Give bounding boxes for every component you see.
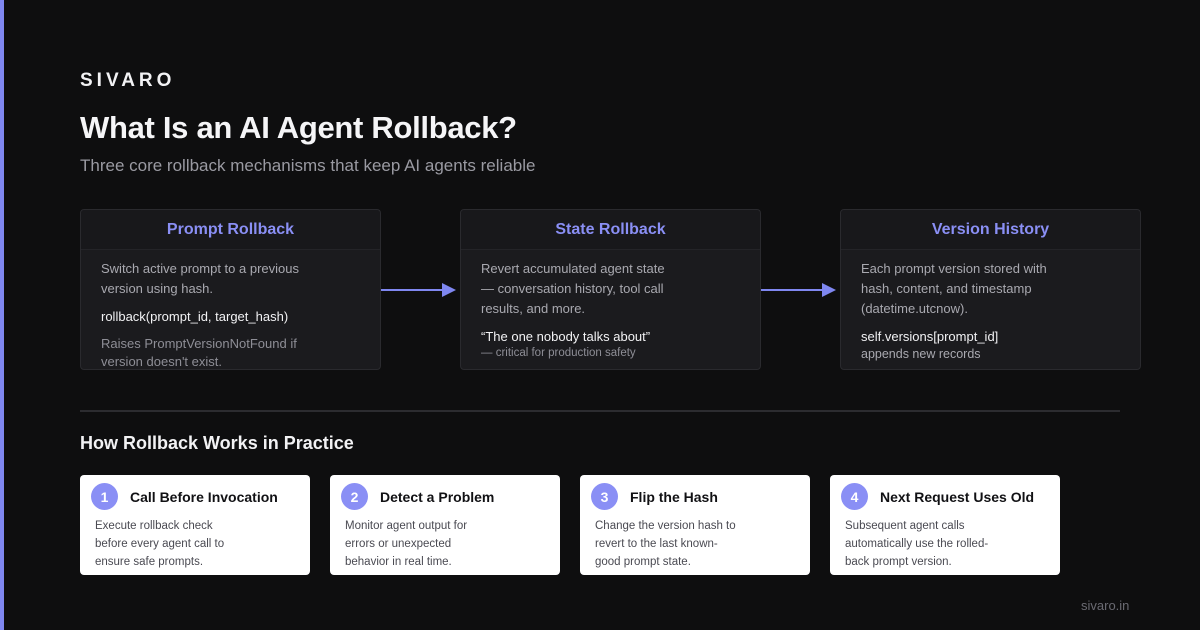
step-number-badge: 2 [341,483,368,510]
step-number-badge: 3 [591,483,618,510]
step-title: Call Before Invocation [130,488,278,505]
card-version-history: Version History Each prompt version stor… [840,209,1141,370]
accent-bar [0,0,4,630]
card-description: Switch active prompt to a previous versi… [101,261,299,296]
card-note: appends new records [861,347,981,361]
step-card-1: 1 Call Before Invocation Execute rollbac… [80,475,310,575]
card-header: Version History [841,210,1140,250]
card-note: — critical for production safety [481,347,636,359]
step-title: Detect a Problem [380,488,495,505]
section-title: How Rollback Works in Practice [80,433,354,453]
card-body: Revert accumulated agent state — convers… [461,250,760,361]
page-subtitle: Three core rollback mechanisms that keep… [80,156,536,175]
step-number-badge: 4 [841,483,868,510]
card-note: Raises PromptVersionNotFound if version … [101,336,297,369]
brand-logo: SIVARO [80,70,176,91]
step-description: Subsequent agent calls automatically use… [845,520,989,568]
card-quote: “The one nobody talks about” [481,329,651,344]
card-description: Revert accumulated agent state — convers… [481,261,665,316]
card-state-rollback: State Rollback Revert accumulated agent … [460,209,761,370]
card-code: self.versions[prompt_id] [861,329,999,344]
step-card-2: 2 Detect a Problem Monitor agent output … [330,475,560,575]
arrow-icon [381,283,456,297]
card-title: Version History [931,220,1050,238]
step-description: Monitor agent output for errors or unexp… [345,520,468,568]
arrow-icon [761,283,836,297]
card-title: Prompt Rollback [166,220,295,238]
card-body: Each prompt version stored with hash, co… [841,250,1140,362]
step-card-4: 4 Next Request Uses Old Subsequent agent… [830,475,1060,575]
section-divider [80,410,1120,412]
step-number-badge: 1 [91,483,118,510]
card-code: rollback(prompt_id, target_hash) [101,309,289,324]
step-title: Flip the Hash [630,488,718,505]
card-prompt-rollback: Prompt Rollback Switch active prompt to … [80,209,381,370]
card-header: State Rollback [461,210,760,250]
page-title: What Is an AI Agent Rollback? [80,110,517,145]
card-title: State Rollback [555,220,666,238]
card-body: Switch active prompt to a previous versi… [81,250,380,369]
step-title: Next Request Uses Old [880,488,1035,505]
step-description: Change the version hash to revert to the… [595,520,736,568]
step-card-3: 3 Flip the Hash Change the version hash … [580,475,810,575]
step-description: Execute rollback check before every agen… [95,520,225,568]
card-description: Each prompt version stored with hash, co… [861,261,1047,316]
footer-url: sivaro.in [1081,598,1130,613]
card-header: Prompt Rollback [81,210,380,250]
